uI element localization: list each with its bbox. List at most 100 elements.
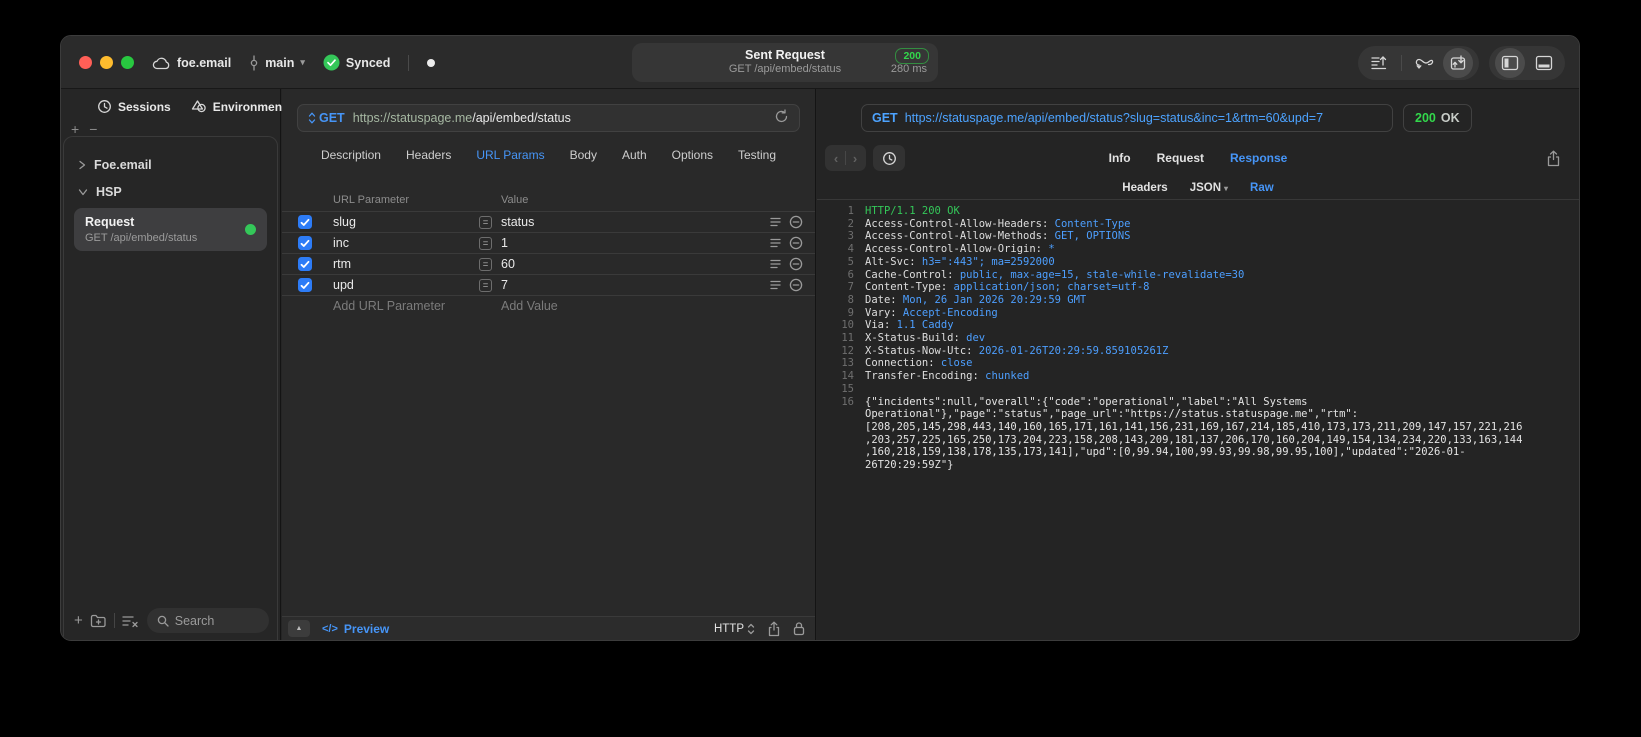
tab-headers[interactable]: Headers	[406, 148, 451, 162]
chevron-down-icon: ▾	[1224, 184, 1229, 193]
filter-list-icon[interactable]	[122, 614, 140, 628]
branch-icon	[250, 54, 258, 71]
add-item-button[interactable]: +	[71, 121, 79, 137]
tab-auth[interactable]: Auth	[622, 148, 647, 162]
response-url-box[interactable]: GET https://statuspage.me/api/embed/stat…	[861, 104, 1393, 132]
param-row[interactable]: rtm = 60	[282, 253, 815, 274]
tab-request[interactable]: Request	[1157, 151, 1204, 165]
subtab-raw[interactable]: Raw	[1250, 182, 1274, 194]
import-to-tab-button[interactable]	[1443, 48, 1473, 78]
share-icon[interactable]	[767, 621, 781, 637]
check-icon	[300, 218, 310, 226]
param-checkbox[interactable]	[298, 215, 312, 229]
sync-status[interactable]: Synced	[323, 54, 390, 71]
new-request-button[interactable]: +	[74, 612, 83, 629]
remove-row-icon[interactable]	[789, 278, 803, 292]
line-number: 16	[841, 395, 854, 408]
tree-item-foe-email[interactable]: Foe.email	[74, 151, 267, 178]
tab-environments[interactable]: Environments	[191, 99, 293, 114]
response-header-line: Alt-Svc: h3=":443"; ma=2592000	[865, 255, 1055, 268]
titlebar: foe.email main ▾ Synced Sent Request 200…	[61, 36, 1579, 89]
preview-button[interactable]: </> Preview	[322, 622, 389, 636]
equals-icon: =	[479, 236, 492, 250]
response-view-tabs: Headers JSON ▾ Raw	[817, 177, 1579, 199]
close-window-button[interactable]	[79, 56, 92, 69]
column-value: Value	[501, 194, 529, 206]
request-method[interactable]: GET	[319, 111, 345, 125]
tab-info[interactable]: Info	[1109, 151, 1131, 165]
request-tabs: Description Headers URL Params Body Auth…	[282, 139, 815, 171]
row-options-icon[interactable]	[769, 238, 781, 248]
minimize-window-button[interactable]	[100, 56, 113, 69]
line-number: 8	[847, 293, 854, 306]
add-param-name-placeholder[interactable]: Add URL Parameter	[333, 299, 501, 313]
param-row[interactable]: inc = 1	[282, 232, 815, 253]
sent-request-status-pill[interactable]: Sent Request 200 GET /api/embed/status 2…	[632, 43, 938, 82]
export-response-button[interactable]	[1546, 145, 1561, 171]
tab-body[interactable]: Body	[570, 148, 597, 162]
new-folder-icon[interactable]	[90, 613, 107, 628]
tab-description[interactable]: Description	[321, 148, 381, 162]
param-name[interactable]: slug	[333, 215, 479, 229]
tree-item-hsp[interactable]: HSP	[74, 178, 267, 205]
protocol-selector[interactable]: HTTP	[714, 623, 755, 635]
param-checkbox[interactable]	[298, 236, 312, 250]
row-options-icon[interactable]	[769, 217, 781, 227]
export-log-button[interactable]	[1364, 48, 1394, 78]
remove-row-icon[interactable]	[789, 236, 803, 250]
request-footer-bar: ▲ </> Preview HTTP	[282, 616, 815, 640]
tab-sessions[interactable]: Sessions	[97, 99, 171, 114]
equals-icon: =	[479, 278, 492, 292]
lock-icon[interactable]	[793, 621, 805, 636]
expand-console-button[interactable]: ▲	[288, 620, 310, 637]
param-row[interactable]: slug = status	[282, 211, 815, 232]
add-param-value-placeholder[interactable]: Add Value	[501, 299, 558, 313]
branch-selector[interactable]: main ▾	[249, 54, 305, 71]
param-name[interactable]: inc	[333, 236, 479, 250]
tab-options[interactable]: Options	[672, 148, 713, 162]
search-input[interactable]: Search	[146, 608, 269, 633]
zoom-window-button[interactable]	[121, 56, 134, 69]
subtab-headers[interactable]: Headers	[1122, 182, 1167, 194]
tab-response[interactable]: Response	[1230, 151, 1287, 165]
response-status-text: OK	[1440, 111, 1460, 125]
param-checkbox[interactable]	[298, 278, 312, 292]
subtab-json[interactable]: JSON ▾	[1190, 182, 1228, 194]
line-number: 13	[841, 357, 854, 370]
synced-check-icon	[323, 54, 340, 71]
param-value[interactable]: status	[501, 215, 769, 229]
row-options-icon[interactable]	[769, 259, 781, 269]
line-number: 1	[847, 205, 854, 217]
param-value[interactable]: 60	[501, 257, 769, 271]
shapes-icon	[191, 100, 206, 113]
param-name[interactable]: upd	[333, 278, 479, 292]
request-panel: GET https://statuspage.me /api/embed/sta…	[282, 89, 816, 640]
resend-request-button[interactable]	[774, 109, 789, 127]
tab-testing[interactable]: Testing	[738, 148, 776, 162]
remove-item-button[interactable]: −	[89, 121, 97, 137]
remove-row-icon[interactable]	[789, 215, 803, 229]
chevron-right-icon	[79, 160, 86, 169]
param-name[interactable]: rtm	[333, 257, 479, 271]
request-url-bar[interactable]: GET https://statuspage.me /api/embed/sta…	[297, 104, 800, 132]
left-sidebar-icon	[1501, 55, 1519, 71]
param-row[interactable]: upd = 7	[282, 274, 815, 295]
tab-url-params[interactable]: URL Params	[476, 148, 544, 162]
toggle-left-sidebar-button[interactable]	[1495, 48, 1525, 78]
param-value[interactable]: 1	[501, 236, 769, 250]
toggle-bottom-panel-button[interactable]	[1529, 48, 1559, 78]
project-switcher[interactable]: foe.email	[152, 56, 231, 70]
param-value[interactable]: 7	[501, 278, 769, 292]
response-body[interactable]: 1 HTTP/1.1 200 OK 2 Access-Control-Allow-H…	[817, 200, 1579, 640]
add-param-row[interactable]: Add URL Parameter Add Value	[282, 295, 815, 316]
request-list-item-selected[interactable]: Request GET /api/embed/status	[74, 208, 267, 251]
request-duration: 280 ms	[890, 63, 927, 75]
check-icon	[300, 239, 310, 247]
response-header-line: Cache-Control: public, max-age=15, stale…	[865, 268, 1245, 281]
param-checkbox[interactable]	[298, 257, 312, 271]
row-options-icon[interactable]	[769, 280, 781, 290]
remove-row-icon[interactable]	[789, 257, 803, 271]
sidebar: Sessions Environments + − Foe.email HSP …	[61, 89, 293, 640]
sync-branch-button[interactable]	[1409, 48, 1439, 78]
